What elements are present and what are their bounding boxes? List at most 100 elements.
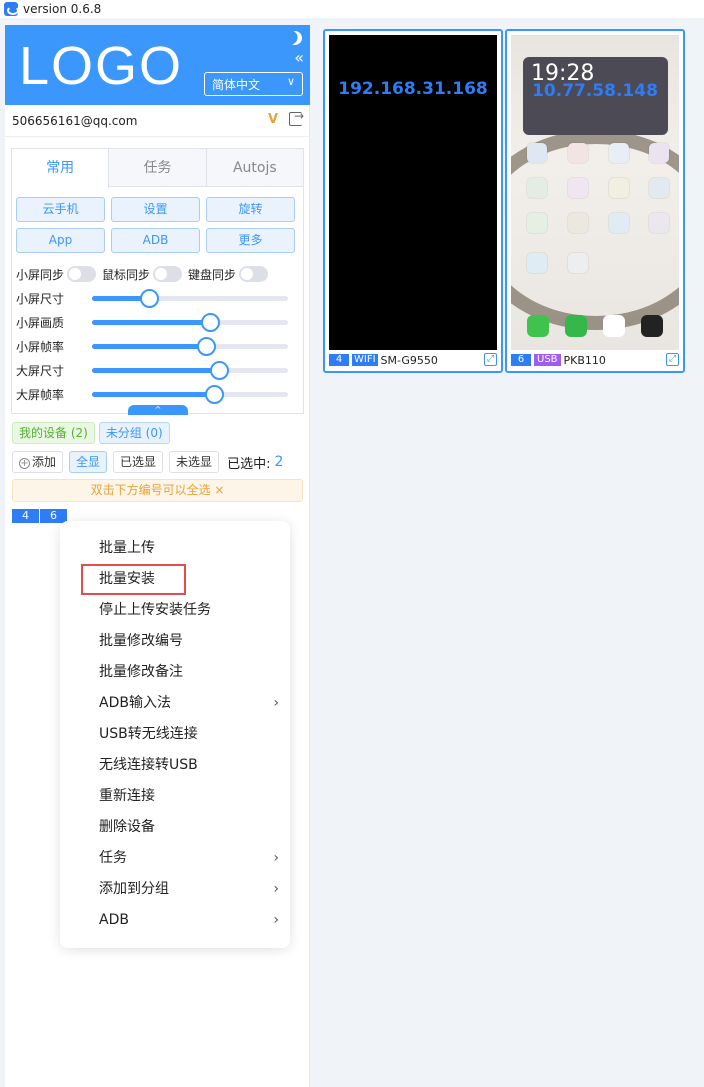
menu-item-usb-to-wireless[interactable]: USB转无线连接 xyxy=(99,724,279,744)
slider-knob[interactable] xyxy=(139,289,159,308)
menu-item-label: 添加到分组 xyxy=(99,881,169,897)
account-email: 506656161@qq.com xyxy=(12,114,138,128)
fullscreen-icon[interactable]: ⤢ xyxy=(666,353,679,366)
device-model: PKB110 xyxy=(563,353,606,367)
device-footer: 4 WIFI SM-G9550 ⤢ xyxy=(329,353,497,367)
app-icon xyxy=(568,143,588,163)
device-number-badge: 4 xyxy=(329,354,349,366)
menu-item-batch-upload[interactable]: 批量上传 xyxy=(99,538,279,558)
app-icon xyxy=(568,253,588,273)
slider-track[interactable] xyxy=(92,337,288,356)
plus-icon: + xyxy=(19,458,30,469)
slider-track[interactable] xyxy=(92,313,288,332)
add-device-button[interactable]: + 添加 xyxy=(12,451,64,473)
menu-item-batch-rename-number[interactable]: 批量修改编号 xyxy=(99,631,279,651)
menu-item-tasks[interactable]: 任务 › xyxy=(99,848,279,868)
filter-bar: + 添加 全显 已选显 未选显 已选中: 2 xyxy=(12,451,283,473)
menu-item-label: 无线连接转USB xyxy=(99,757,198,773)
logout-icon[interactable] xyxy=(289,109,304,126)
menu-item-batch-install[interactable]: 批量安装 xyxy=(99,569,279,589)
menu-item-wireless-to-usb[interactable]: 无线连接转USB xyxy=(99,755,279,775)
adb-button[interactable]: ADB xyxy=(111,228,200,253)
menu-item-label: 删除设备 xyxy=(99,819,155,835)
device-number-chip[interactable]: 4 xyxy=(12,509,39,523)
vip-icon[interactable]: V xyxy=(268,112,278,127)
tab-bar: 常用 任务 Autojs xyxy=(12,149,303,188)
menu-item-label: ADB xyxy=(99,912,129,928)
show-all-button[interactable]: 全显 xyxy=(69,451,108,473)
device-screen[interactable]: 19:28 10.77.58.148 xyxy=(511,35,679,350)
device-card[interactable]: 192.168.31.168 4 WIFI SM-G9550 ⤢ xyxy=(323,29,503,373)
slider-knob[interactable] xyxy=(196,337,216,356)
menu-item-add-to-group[interactable]: 添加到分组 › xyxy=(99,879,279,899)
device-footer: 6 USB PKB110 ⤢ xyxy=(511,353,679,367)
small-screen-sync-switch[interactable] xyxy=(67,266,97,282)
slider-label: 小屏帧率 xyxy=(16,340,65,354)
menu-item-batch-edit-note[interactable]: 批量修改备注 xyxy=(99,662,279,682)
slider-small-quality: 小屏画质 xyxy=(16,311,298,333)
notice-banner: 双击下方编号可以全选 × xyxy=(12,479,303,502)
chevron-right-icon: › xyxy=(273,695,279,711)
slider-track[interactable] xyxy=(92,385,288,404)
menu-item-label: ADB输入法 xyxy=(99,695,171,711)
sync-small-screen: 小屏同步 xyxy=(16,266,97,283)
account-row: 506656161@qq.com V xyxy=(5,105,310,137)
menu-item-adb[interactable]: ADB › xyxy=(99,910,279,930)
tab-common[interactable]: 常用 xyxy=(12,149,110,188)
app-icon xyxy=(568,213,588,233)
keyboard-sync-switch[interactable] xyxy=(239,266,269,282)
language-select[interactable]: 简体中文 ∨ xyxy=(204,72,303,96)
control-panel: 常用 任务 Autojs 云手机 设置 旋转 App ADB 更多 小屏同步 鼠… xyxy=(11,148,304,415)
slider-knob[interactable] xyxy=(210,361,230,380)
slider-knob[interactable] xyxy=(200,313,220,332)
slider-small-fps: 小屏帧率 xyxy=(16,335,298,357)
menu-item-label: 任务 xyxy=(99,850,127,866)
group-my-devices[interactable]: 我的设备 (2) xyxy=(12,422,95,444)
connection-badge: USB xyxy=(534,354,561,366)
context-menu: 批量上传 批量安装 停止上传安装任务 批量修改编号 批量修改备注 ADB输入法 ›… xyxy=(60,521,290,948)
app-icon xyxy=(4,2,19,16)
browser-app-icon xyxy=(603,315,625,337)
tab-autojs[interactable]: Autojs xyxy=(207,149,303,186)
app-button[interactable]: App xyxy=(16,228,105,253)
logo: LOGO xyxy=(19,36,184,96)
slider-track[interactable] xyxy=(92,361,288,380)
menu-item-reconnect[interactable]: 重新连接 xyxy=(99,786,279,806)
chevron-down-icon: ∨ xyxy=(286,75,295,88)
device-number-chip[interactable]: 6 xyxy=(40,509,67,523)
chevron-right-icon: › xyxy=(273,912,279,928)
settings-button[interactable]: 设置 xyxy=(111,197,200,222)
mouse-sync-switch[interactable] xyxy=(153,266,183,282)
cloud-phone-button[interactable]: 云手机 xyxy=(16,197,105,222)
device-ip: 10.77.58.148 xyxy=(532,81,658,101)
device-screen[interactable]: 192.168.31.168 xyxy=(329,35,497,350)
chevron-right-icon: › xyxy=(273,881,279,897)
slider-track[interactable] xyxy=(92,289,288,308)
show-unselected-button[interactable]: 未选显 xyxy=(169,451,220,473)
chevron-right-icon: › xyxy=(273,850,279,866)
menu-item-label: 批量上传 xyxy=(99,540,155,556)
app-icon xyxy=(649,143,669,163)
app-icon xyxy=(527,143,547,163)
selected-count: 2 xyxy=(274,454,284,470)
collapse-sidebar-icon[interactable]: « xyxy=(294,50,304,66)
header-banner: LOGO « 简体中文 ∨ xyxy=(5,25,310,105)
sync-label: 键盘同步 xyxy=(188,267,237,282)
slider-knob[interactable] xyxy=(204,385,224,404)
group-ungrouped[interactable]: 未分组 (0) xyxy=(98,422,170,444)
show-selected-button[interactable]: 已选显 xyxy=(113,451,164,473)
menu-item-label: USB转无线连接 xyxy=(99,726,198,742)
menu-item-delete-device[interactable]: 删除设备 xyxy=(99,817,279,837)
menu-item-stop-upload[interactable]: 停止上传安装任务 xyxy=(99,600,279,620)
rotate-button[interactable]: 旋转 xyxy=(206,197,295,222)
fullscreen-icon[interactable]: ⤢ xyxy=(484,353,497,366)
slider-small-size: 小屏尺寸 xyxy=(16,287,298,309)
device-card[interactable]: 19:28 10.77.58.148 6 USB PKB110 ⤢ xyxy=(505,29,685,373)
menu-item-adb-ime[interactable]: ADB输入法 › xyxy=(99,693,279,713)
slider-label: 大屏尺寸 xyxy=(16,364,65,378)
app-icon xyxy=(649,178,669,198)
tab-tasks[interactable]: 任务 xyxy=(109,149,207,186)
more-button[interactable]: 更多 xyxy=(206,228,295,253)
expand-panel-handle[interactable]: ^ xyxy=(128,405,188,415)
dark-mode-icon[interactable] xyxy=(286,29,304,47)
